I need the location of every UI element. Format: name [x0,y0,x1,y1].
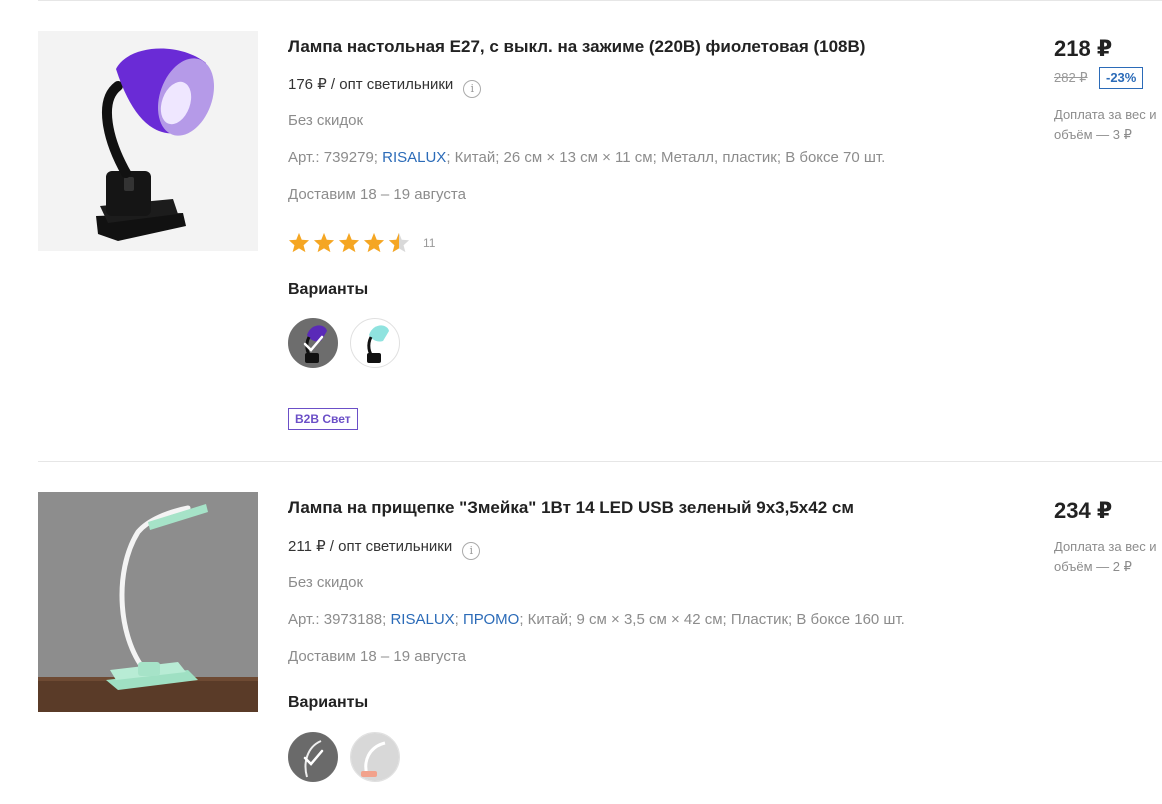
delivery-date: Доставим 18 – 19 августа [288,648,466,665]
rating-count[interactable]: 11 [423,236,435,250]
star-icon [288,232,310,253]
article-number: Арт.: 3973188; [288,611,391,628]
product-card: Лампа на прищепке "Змейка" 1Вт 14 LED US… [0,462,1162,804]
article-number: Арт.: 739279; [288,149,383,166]
product-card: Лампа настольная Е27, с выкл. на зажиме … [0,0,1162,460]
wholesale-price-text: 211 ₽ / опт светильники [288,538,453,555]
rating[interactable]: 11 [288,232,435,253]
wholesale-price: 176 ₽ / опт светильники i [288,75,482,98]
product-specs: Арт.: 3973188; RISALUX; ПРОМО; Китай; 9 … [288,611,905,628]
product-image[interactable] [38,31,258,251]
half-star-icon [388,232,410,253]
check-icon [303,749,324,766]
variant-swatches [288,318,412,368]
variant-swatch-mint[interactable] [350,318,400,368]
variant-swatch-white[interactable] [350,732,400,782]
old-price: 282 ₽ [1054,70,1088,85]
product-title[interactable]: Лампа настольная Е27, с выкл. на зажиме … [288,37,865,57]
product-price: 218 ₽ [1054,36,1113,61]
discount-badge: -23% [1099,67,1144,89]
variant-swatches [288,732,412,782]
star-icon [313,232,335,253]
star-icon [338,232,360,253]
promo-link[interactable]: ПРОМО [463,611,519,628]
check-icon [303,335,324,352]
delivery-date: Доставим 18 – 19 августа [288,186,466,203]
star-icon [363,232,385,253]
variant-swatch-mint[interactable] [288,732,338,782]
specs-separator: ; [454,611,464,628]
specs-details: ; Китай; 26 см × 13 см × 11 см; Металл, … [446,149,886,166]
info-icon[interactable]: i [462,542,481,560]
product-image[interactable] [38,492,258,712]
variant-swatch-purple[interactable] [288,318,338,368]
product-price: 234 ₽ [1054,498,1113,523]
brand-link[interactable]: RISALUX [382,149,446,166]
brand-link[interactable]: RISALUX [390,611,454,628]
variants-label: Варианты [288,281,369,298]
product-specs: Арт.: 739279; RISALUX; Китай; 26 см × 13… [288,149,885,166]
wholesale-price: 211 ₽ / опт светильники i [288,537,481,560]
discount-note: Без скидок [288,112,363,129]
discount-note: Без скидок [288,574,363,591]
surcharge-note: Доплата за вес и объём — 2 ₽ [1054,539,1157,574]
variants-label: Варианты [288,694,369,711]
info-icon[interactable]: i [463,80,482,98]
wholesale-price-text: 176 ₽ / опт светильники [288,76,454,93]
specs-details: ; Китай; 9 см × 3,5 см × 42 см; Пластик;… [519,611,905,628]
b2b-badge: B2B Свет [288,408,358,430]
product-title[interactable]: Лампа на прищепке "Змейка" 1Вт 14 LED US… [288,498,854,518]
surcharge-note: Доплата за вес и объём — 3 ₽ [1054,107,1157,142]
